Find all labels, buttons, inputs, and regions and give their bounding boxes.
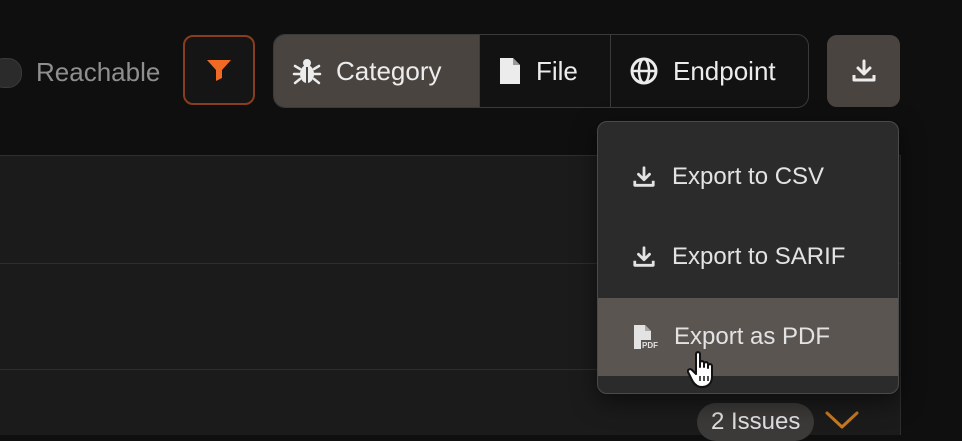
funnel-icon bbox=[207, 60, 231, 81]
bug-icon bbox=[292, 59, 322, 85]
download-icon bbox=[633, 166, 655, 187]
export-csv-label: Export to CSV bbox=[672, 163, 825, 190]
hand-pointer-cursor-icon bbox=[687, 351, 713, 388]
export-dropdown-menu: Export to CSV Export to SARIF PDF Export… bbox=[597, 121, 899, 394]
issues-count-badge: 2 Issues bbox=[697, 403, 815, 441]
export-csv-item[interactable]: Export to CSV bbox=[598, 138, 898, 216]
group-by-file-button[interactable]: File bbox=[480, 35, 611, 107]
download-icon bbox=[852, 59, 875, 82]
group-by-category-button[interactable]: Category bbox=[274, 35, 480, 107]
svg-text:PDF: PDF bbox=[642, 341, 658, 350]
filter-button[interactable] bbox=[183, 35, 255, 105]
export-sarif-label: Export to SARIF bbox=[672, 243, 846, 270]
group-by-endpoint-label: Endpoint bbox=[673, 55, 776, 86]
chevron-down-icon[interactable] bbox=[824, 409, 860, 431]
file-icon bbox=[500, 58, 520, 84]
reachable-label: Reachable bbox=[36, 57, 161, 87]
group-by-segmented-control: Category File Endpoint bbox=[273, 34, 809, 108]
pdf-file-icon: PDF bbox=[634, 325, 658, 350]
group-by-category-label: Category bbox=[336, 55, 442, 86]
download-icon bbox=[633, 246, 655, 267]
export-pdf-item[interactable]: PDF Export as PDF bbox=[598, 298, 898, 376]
reachable-toggle[interactable] bbox=[0, 58, 22, 88]
export-sarif-item[interactable]: Export to SARIF bbox=[598, 218, 898, 296]
group-by-file-label: File bbox=[536, 55, 578, 86]
group-by-endpoint-button[interactable]: Endpoint bbox=[611, 35, 808, 107]
export-button[interactable] bbox=[827, 35, 900, 107]
export-pdf-label: Export as PDF bbox=[674, 323, 831, 350]
globe-icon bbox=[630, 57, 658, 85]
